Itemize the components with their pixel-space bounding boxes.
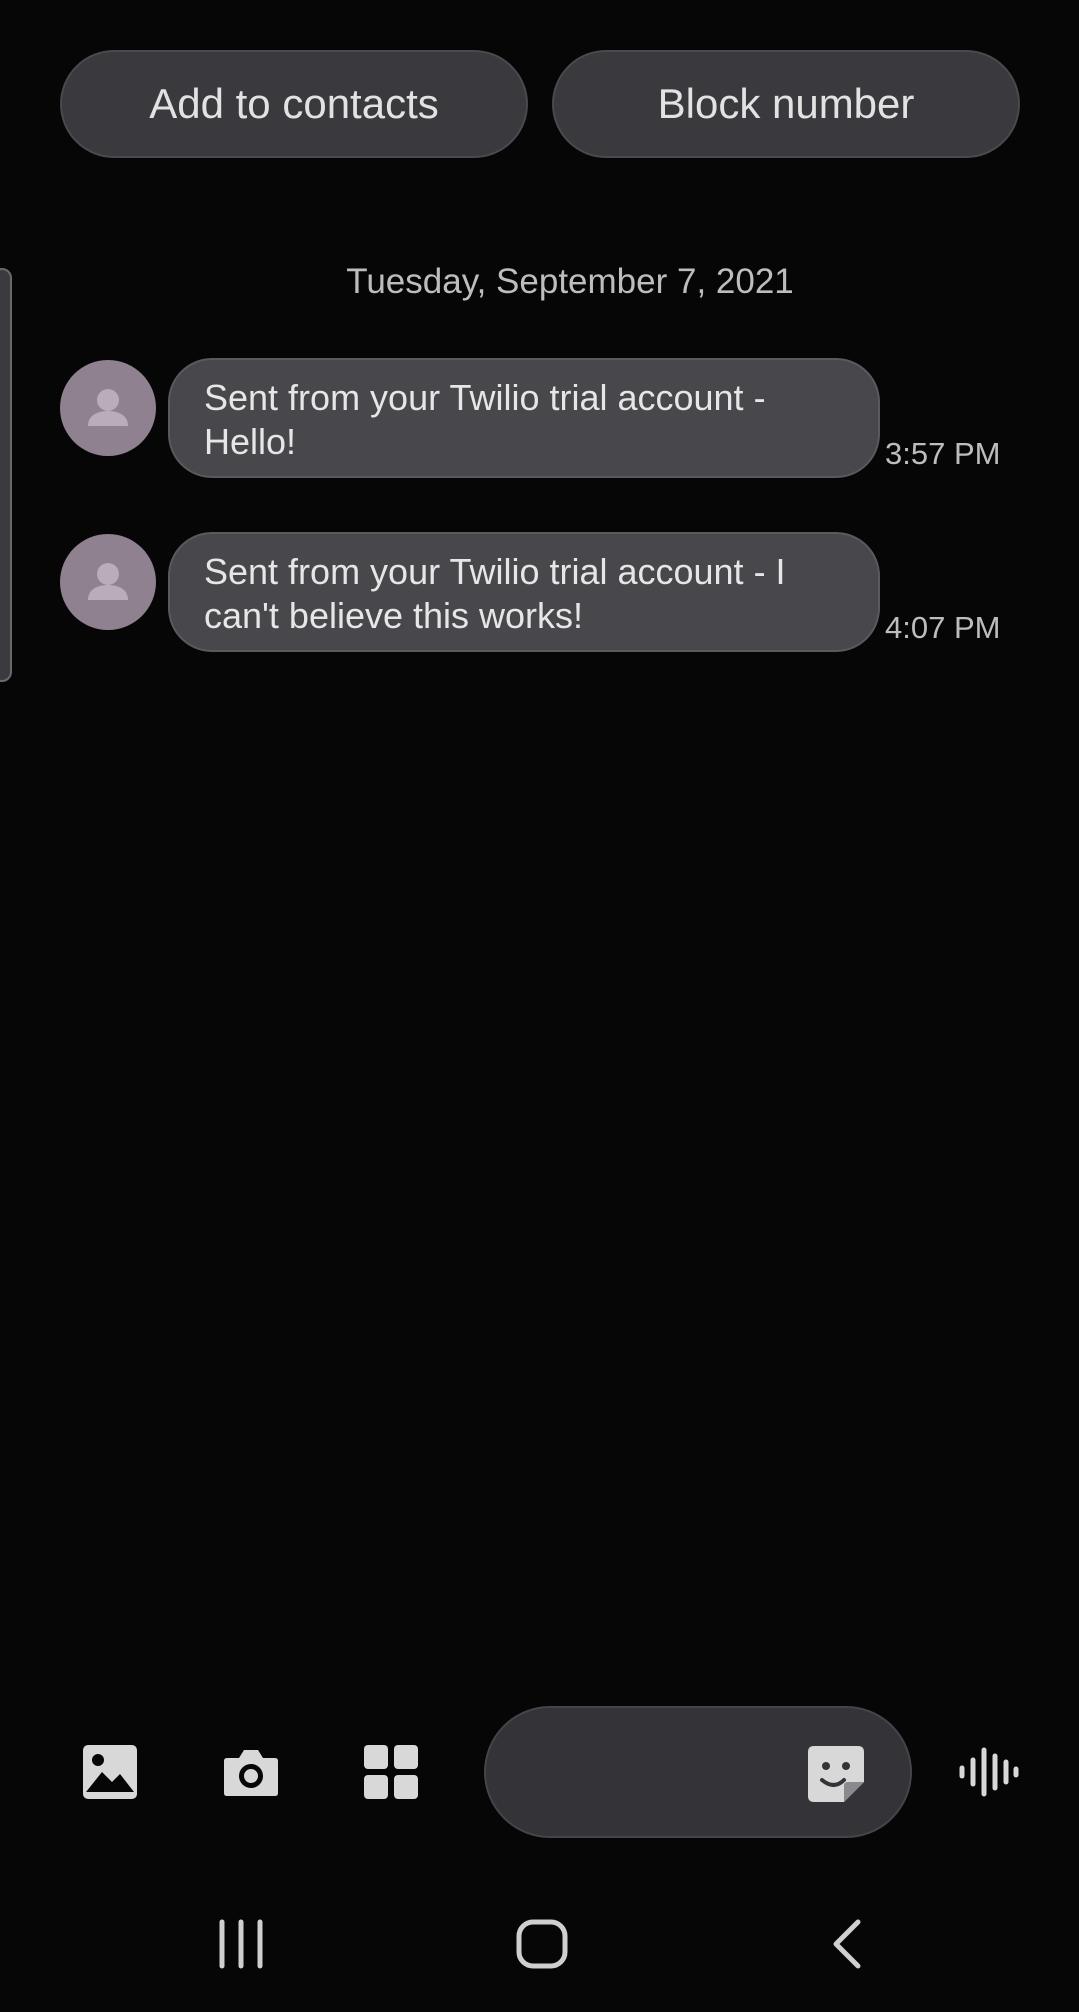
add-to-contacts-button[interactable]: Add to contacts — [60, 50, 528, 158]
avatar[interactable] — [60, 534, 156, 630]
sticker-icon[interactable] — [804, 1742, 868, 1806]
message-text-line: Hello! — [204, 421, 297, 462]
person-icon — [88, 563, 128, 600]
message-text-line: Sent from your Twilio trial account - I — [204, 551, 786, 592]
message-text-line: Sent from your Twilio trial account - — [204, 377, 766, 418]
gallery-icon[interactable] — [80, 1742, 140, 1802]
message-timestamp: 4:07 PM — [885, 610, 1001, 645]
home-icon[interactable] — [514, 1912, 570, 1976]
message-text-line: can't believe this works! — [204, 595, 584, 636]
avatar[interactable] — [60, 360, 156, 456]
date-header: Tuesday, September 7, 2021 — [346, 262, 794, 301]
message-timestamp: 3:57 PM — [885, 436, 1001, 471]
message-bubble[interactable]: Sent from your Twilio trial account - I … — [168, 532, 880, 652]
block-number-button[interactable]: Block number — [552, 50, 1020, 158]
message-bubble[interactable]: Sent from your Twilio trial account - He… — [168, 358, 880, 478]
message-composer[interactable] — [484, 1706, 912, 1838]
person-icon — [88, 389, 128, 426]
voice-recorder-icon[interactable] — [956, 1742, 1020, 1802]
message-row: Sent from your Twilio trial account - I … — [0, 532, 1079, 656]
camera-icon[interactable] — [221, 1742, 281, 1802]
message-input[interactable] — [526, 1744, 830, 1802]
back-icon[interactable] — [826, 1912, 866, 1976]
apps-grid-icon[interactable] — [361, 1742, 421, 1802]
conversation-screen: Add to contacts Block number Tuesday, Se… — [0, 0, 1079, 2012]
message-row: Sent from your Twilio trial account - He… — [0, 358, 1079, 482]
recent-apps-icon[interactable] — [216, 1912, 266, 1976]
